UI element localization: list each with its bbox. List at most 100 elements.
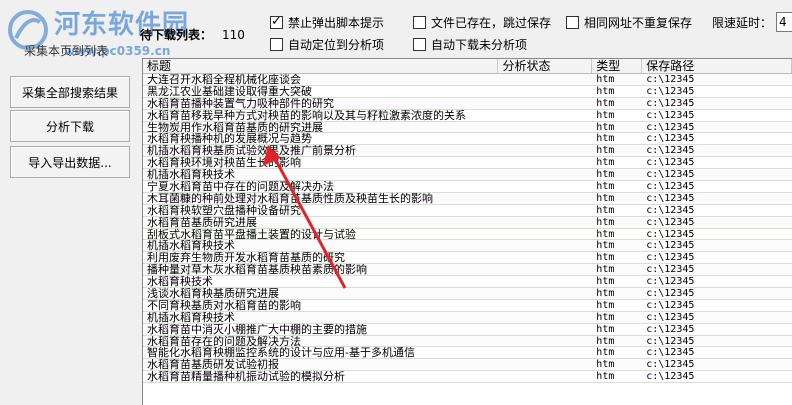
table-row[interactable]: 水稻育苗基质研究进展 htm c:\12345 [143,216,792,229]
table-row[interactable]: 智能化水稻育秧棚监控系统的设计与应用-基于多机通信 htm c:\12345 [143,347,792,360]
table-row[interactable]: 利用废弃生物质开发水稻育苗基质的研究 htm c:\12345 [143,252,792,265]
cell-status [498,229,592,240]
table-row[interactable]: 刮板式水稻育苗平盘播土装置的设计与试验 htm c:\12345 [143,229,792,241]
cell-status [498,240,592,251]
table-header: 标题 分析状态 类型 保存路径 [143,59,792,74]
cell-status [498,288,592,299]
delay-input[interactable] [776,12,792,32]
cell-type: htm [596,347,615,359]
checkbox-unchecked-icon[interactable] [413,16,426,29]
cell-title: 水稻育苗基质研发试验初报 [147,359,279,371]
cell-status [498,157,592,168]
cell-path: c:\12345 [646,371,695,383]
cell-status [498,122,592,133]
download-list-table[interactable]: 标题 分析状态 类型 保存路径 大连召开水稻全程机械化座谈会 htm c:\1234… [142,58,792,405]
checkbox-skip-existing[interactable]: 文件已存在，跳过保存 [413,14,551,31]
checkbox-unchecked-icon[interactable] [270,38,283,51]
cell-type: htm [596,74,615,85]
pending-count: 110 [222,28,245,42]
table-row[interactable]: 浅谈水稻育秧基质研究进展 htm c:\12345 [143,288,792,300]
cell-status [498,133,592,144]
table-row[interactable]: 播种量对草木灰水稻育苗基质秧苗素质的影响 htm c:\12345 [143,264,792,277]
import-export-button[interactable]: 导入导出数据... [10,146,130,178]
table-row[interactable]: 水稻育秧播种机的发展概况与趋势 htm c:\12345 [143,133,792,146]
collect-all-results-button[interactable]: 采集全部搜索结果 [10,76,130,108]
cell-status [498,205,592,216]
cell-title: 水稻育苗存在的问题及解决方法 [147,335,301,347]
table-row[interactable]: 宁夏水稻育苗中存在的问题及解决办法 htm c:\12345 [143,181,792,193]
cell-type: htm [596,97,615,109]
checkbox-label: 自动下载未分析项 [431,38,528,52]
cell-title: 智能化水稻育秧棚监控系统的设计与应用-基于多机通信 [147,347,415,359]
cell-title: 水稻育秧环境对秧苗生长的影响 [147,157,301,169]
table-row[interactable]: 水稻育苗精量播种机振动试验的模拟分析 htm c:\12345 [143,371,792,384]
cell-type: htm [596,264,615,276]
cell-type: htm [596,133,615,145]
cell-type: htm [596,335,615,347]
header-path[interactable]: 保存路径 [642,59,792,73]
checkbox-unchecked-icon[interactable] [413,38,426,51]
cell-path: c:\12345 [646,74,695,85]
table-row[interactable]: 水稻育苗存在的问题及解决方法 htm c:\12345 [143,335,792,348]
checkbox-label: 禁止弹出脚本提示 [288,16,385,30]
table-row[interactable]: 机插水稻育秧基质试验效果及推广前景分析 htm c:\12345 [143,145,792,158]
checkbox-auto-download[interactable]: 自动下载未分析项 [413,36,527,53]
cell-title: 大连召开水稻全程机械化座谈会 [147,74,301,85]
table-row[interactable]: 水稻育苗中消灭小棚推广大中棚的主要的措施 htm c:\12345 [143,324,792,336]
table-row[interactable]: 大连召开水稻全程机械化座谈会 htm c:\12345 [143,74,792,86]
cell-path: c:\12345 [646,157,695,169]
table-row[interactable]: 水稻育秧环境对秧苗生长的影响 htm c:\12345 [143,157,792,170]
table-row[interactable]: 生物炭用作水稻育苗基质的研究进展 htm c:\12345 [143,121,792,134]
cell-path: c:\12345 [646,121,695,133]
header-status[interactable]: 分析状态 [498,59,593,73]
table-row[interactable]: 水稻育秧技术 htm c:\12345 [143,276,792,289]
checkbox-label: 文件已存在，跳过保存 [431,16,552,30]
cell-title: 黑龙江农业基础建设取得重大突破 [147,85,312,97]
cell-title: 宁夏水稻育苗中存在的问题及解决办法 [147,181,334,192]
header-type[interactable]: 类型 [592,59,643,73]
table-row[interactable]: 黑龙江农业基础建设取得重大突破 htm c:\12345 [143,86,792,98]
delay-label: 限速延时： [712,15,773,30]
table-row[interactable]: 水稻育苗播种装置气力吸种部件的研究 htm c:\12345 [143,97,792,110]
cell-title: 水稻育秧技术 [147,276,213,288]
checkbox-checked-icon[interactable] [270,14,283,29]
table-row[interactable]: 水稻育秧软塑穴盘播种设备研究 htm c:\12345 [143,205,792,217]
analyze-download-button[interactable]: 分析下载 [10,110,130,142]
table-row[interactable]: 不同育秧基质对水稻育苗的影响 htm c:\12345 [143,300,792,312]
table-row[interactable]: 木耳菌糠的种前处理对水稻育苗基质性质及秧苗生长的影响 htm c:\12345 [143,192,792,205]
cell-path: c:\12345 [646,264,695,276]
left-panel: 采集全部搜索结果 分析下载 导入导出数据... [0,60,138,405]
cell-title: 水稻育秧软塑穴盘播种设备研究 [147,204,301,216]
cell-path: c:\12345 [646,192,695,204]
cell-type: htm [596,121,615,133]
checkbox-disable-popup[interactable]: 禁止弹出脚本提示 [270,14,384,31]
cell-path: c:\12345 [646,288,695,299]
header-title[interactable]: 标题 [143,59,499,73]
cell-type: htm [596,299,615,311]
checkbox-no-duplicate-url[interactable]: 相同网址不重复保存 [566,14,692,31]
collect-page-tab[interactable]: 采集本页到列表 [24,42,108,59]
cell-path: c:\12345 [646,359,695,371]
cell-path: c:\12345 [646,299,695,311]
cell-path: c:\12345 [646,252,695,264]
cell-title: 水稻育苗中消灭小棚推广大中棚的主要的措施 [147,323,367,335]
checkbox-auto-locate[interactable]: 自动定位到分析项 [270,36,384,53]
table-row[interactable]: 机插水稻育秧技术 htm c:\12345 [143,240,792,253]
table-row[interactable]: 水稻育苗移栽旱种方式对秧苗的影响以及其与籽粒激素浓度的关系 htm c:\12345 [143,110,792,122]
cell-title: 生物炭用作水稻育苗基质的研究进展 [147,121,323,133]
cell-type: htm [596,276,615,288]
cell-status [498,312,592,323]
cell-title: 利用废弃生物质开发水稻育苗基质的研究 [147,252,345,264]
cell-path: c:\12345 [646,347,695,359]
table-row[interactable]: 水稻育苗基质研发试验初报 htm c:\12345 [143,359,792,372]
cell-path: c:\12345 [646,204,695,216]
pending-list-info: 待下载列表： 110 [140,26,245,43]
cell-status [498,181,592,192]
checkbox-unchecked-icon[interactable] [566,16,579,29]
cell-status [498,110,592,121]
table-row[interactable]: 机插水稻育秧技术 htm c:\12345 [143,169,792,182]
cell-title: 木耳菌糠的种前处理对水稻育苗基质性质及秧苗生长的影响 [147,192,433,204]
table-row[interactable]: 机插水稻育秧技术 htm c:\12345 [143,311,792,324]
cell-type: htm [596,216,615,228]
cell-type: htm [596,204,615,216]
